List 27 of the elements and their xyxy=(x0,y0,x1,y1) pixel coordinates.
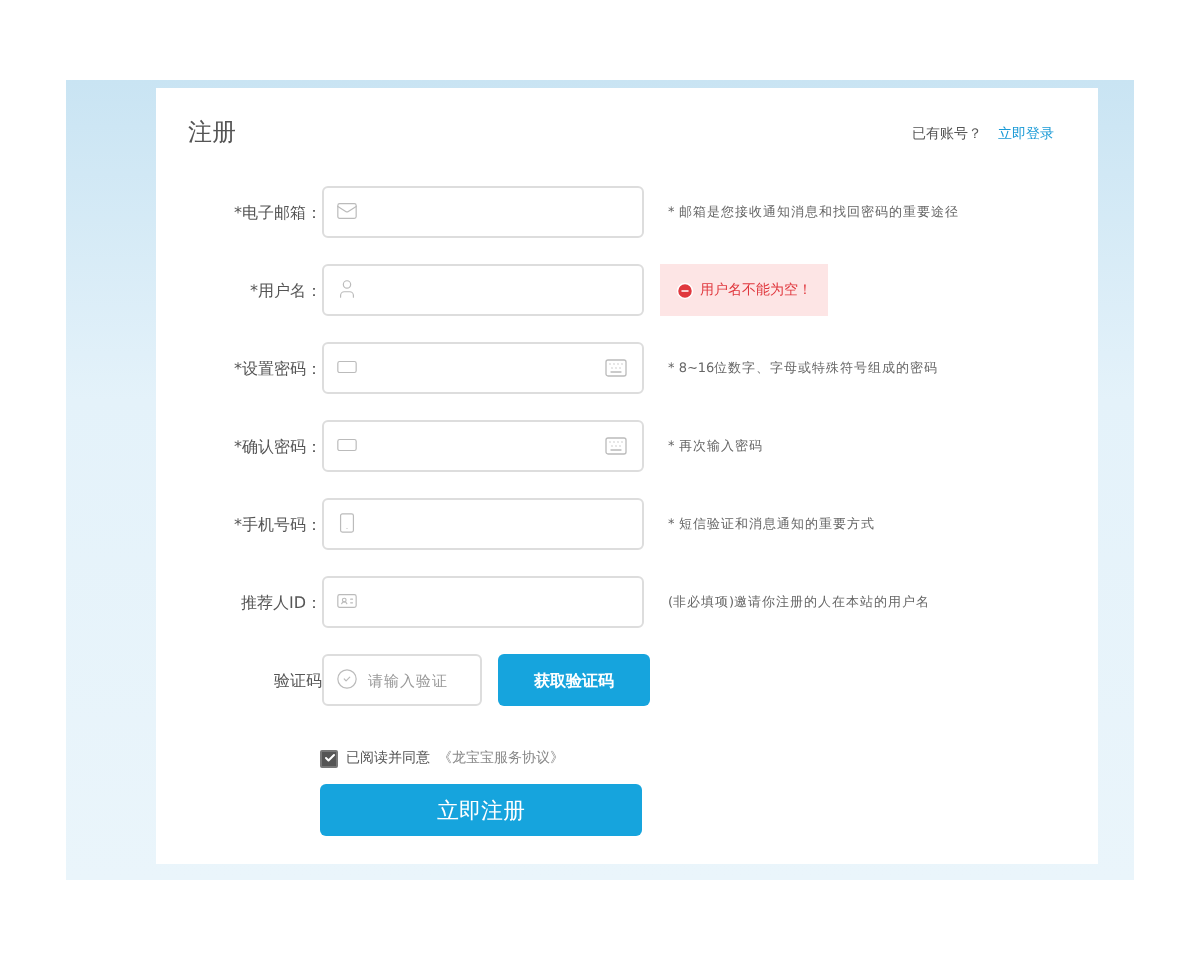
input-field[interactable] xyxy=(322,342,644,394)
input-field[interactable] xyxy=(322,498,644,550)
field-label: *手机号码： xyxy=(232,513,322,535)
phone-icon xyxy=(336,512,358,534)
field-label: *确认密码： xyxy=(232,435,322,457)
form-title: 注册 xyxy=(188,116,236,150)
agree-checkbox[interactable] xyxy=(320,749,338,767)
id-card-icon xyxy=(336,590,358,612)
input-field[interactable] xyxy=(322,420,644,472)
check-circle-icon xyxy=(336,668,358,690)
person-icon xyxy=(336,278,358,300)
field-label: 推荐人ID： xyxy=(238,591,322,613)
keyboard-icon[interactable] xyxy=(604,356,628,380)
field-label: *电子邮箱： xyxy=(232,201,322,223)
field-label: *设置密码： xyxy=(232,357,322,379)
box-icon xyxy=(336,356,358,378)
box-icon xyxy=(336,434,358,456)
error-icon xyxy=(676,281,694,299)
register-button[interactable]: 立即注册 xyxy=(320,784,642,836)
input-field[interactable] xyxy=(322,264,644,316)
get-code-button[interactable]: 获取验证码 xyxy=(498,654,650,706)
input-field[interactable] xyxy=(322,186,644,238)
field-label: 验证码 xyxy=(272,669,322,691)
keyboard-icon[interactable] xyxy=(604,434,628,458)
field-label: *用户名： xyxy=(248,279,322,301)
input-field[interactable] xyxy=(322,576,644,628)
envelope-icon xyxy=(336,200,358,222)
